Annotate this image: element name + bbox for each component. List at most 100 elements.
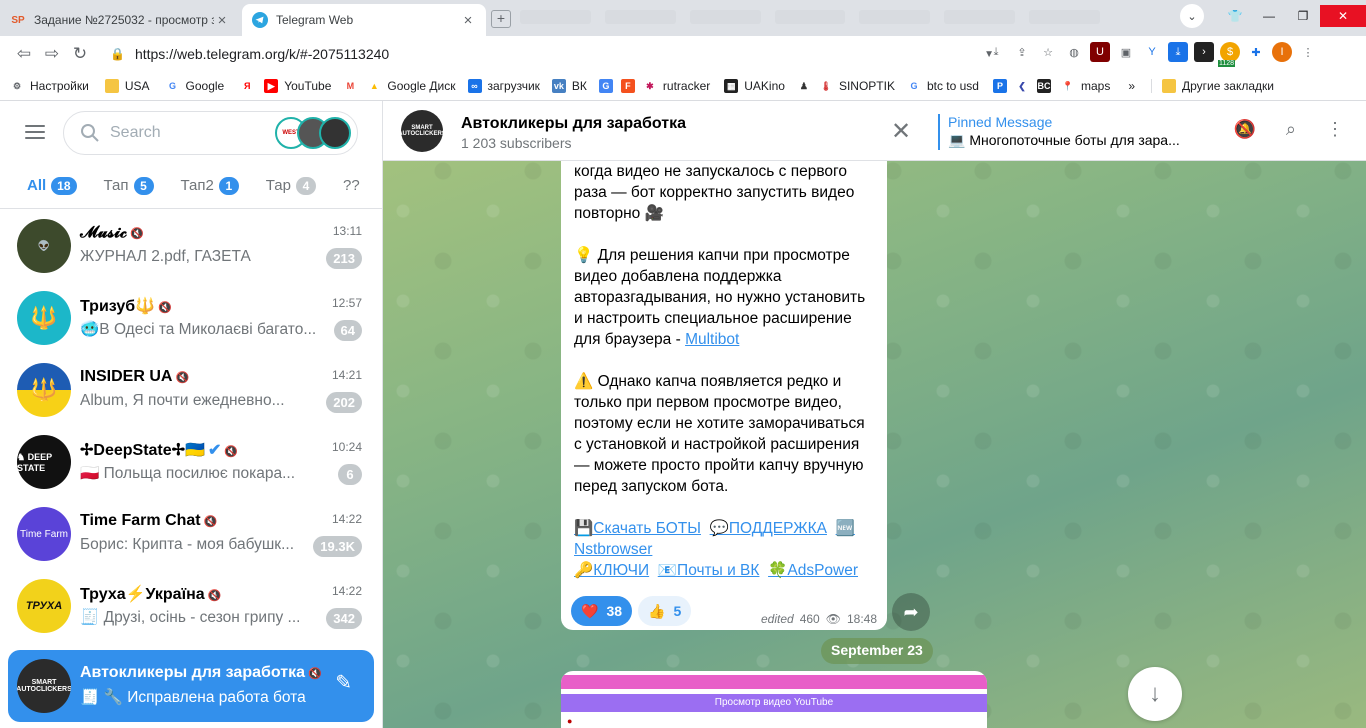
share-button[interactable]: ➦ — [892, 593, 930, 631]
counter-extension-icon[interactable]: $1128 — [1218, 42, 1240, 67]
tab-tap[interactable]: Тап 5 — [104, 176, 154, 195]
next-message-preview[interactable]: Просмотр видео YouTube ● — [561, 671, 987, 728]
scroll-down-button[interactable]: ↓ — [1128, 667, 1182, 721]
chat-item[interactable]: ♞ DEEP STATE ✢DeepState✢🇺🇦 ✔ 🔇 10:24 🇵🇱 По… — [8, 426, 374, 498]
chat-preview: 🧾 🔧 Исправлена работа бота — [80, 689, 306, 706]
bookmark-btc[interactable]: Gbtc to usd — [907, 79, 979, 93]
close-icon[interactable]: × — [214, 12, 230, 29]
reload-icon[interactable]: ↻ — [66, 44, 94, 64]
chat-item[interactable]: ТРУХА Труха⚡Україна 🔇 14:22 🧾 Друзі, осін… — [8, 570, 374, 642]
close-window-button[interactable]: ✕ — [1320, 5, 1366, 27]
bookmark-f[interactable]: F — [620, 79, 641, 93]
minimize-button[interactable]: — — [1252, 5, 1286, 27]
keys-link[interactable]: 🔑КЛЮЧИ — [574, 562, 649, 579]
chat-time: 12:57 — [331, 296, 362, 310]
share-icon[interactable]: ⇪ — [1012, 42, 1032, 62]
new-tab-button[interactable]: + — [491, 10, 511, 28]
bookmark-vk[interactable]: vk ВК — [551, 79, 587, 93]
tab-zadanie[interactable]: SP Задание №2725032 - просмотр за... × — [0, 4, 240, 36]
unread-count: 4 — [295, 176, 316, 195]
bookmark-other[interactable]: Другие закладки — [1151, 79, 1274, 93]
pinned-message[interactable]: Pinned Message 💻 Многопоточные боты для … — [938, 114, 1180, 150]
story-avatars[interactable]: WEST — [275, 117, 351, 149]
chat-preview: 🇵🇱 Польща посилює покара... — [80, 465, 296, 482]
close-pinned-icon[interactable]: ✕ — [891, 117, 911, 146]
bookmarks-more[interactable]: » — [1128, 79, 1135, 93]
bookmark-usa[interactable]: USA — [104, 79, 150, 93]
bookmark-bc[interactable]: BC — [1036, 79, 1057, 93]
tab-more[interactable]: ?? — [343, 177, 360, 194]
bookmark-uakino[interactable]: ▦ UAKino — [724, 79, 785, 93]
search-icon[interactable]: ⌕ — [1286, 119, 1296, 140]
hamburger-menu-icon[interactable] — [25, 125, 45, 139]
chat-item[interactable]: 🔱 INSIDER UA 🔇 14:21 Album, Я почти ежедн… — [8, 354, 374, 426]
compose-pencil-icon[interactable]: ✎ — [335, 670, 352, 695]
bookmark-person[interactable]: ♟ — [797, 79, 817, 93]
drive-icon: ▲ — [369, 81, 379, 91]
unread-badge: 19.3K — [313, 536, 362, 557]
close-icon[interactable]: × — [460, 12, 476, 29]
bookmark-translate[interactable]: G — [598, 79, 619, 93]
bookmark-google[interactable]: G Google — [166, 79, 224, 93]
chevron-down-icon[interactable]: ⌄ — [1180, 4, 1204, 28]
chat-main: SMART AUTOCLICKERS Автокликеры для зарабо… — [383, 101, 1366, 728]
chat-name: Тризуб🔱 🔇 — [80, 298, 172, 315]
save-extension-icon[interactable]: ⤓ — [1168, 42, 1188, 62]
puzzle-icon[interactable]: ✚ — [1246, 42, 1266, 62]
star-icon[interactable]: ☆ — [1038, 42, 1058, 62]
story-avatar — [319, 117, 351, 149]
chat-preview: Album, Я почти ежедневно... — [80, 392, 285, 409]
arrow-down-icon: ↓ — [1149, 680, 1161, 707]
support-link[interactable]: 💬ПОДДЕРЖКА — [710, 520, 827, 537]
bookmark-sinoptik[interactable]: 🌡 SINOPTIK — [819, 79, 895, 93]
y-extension-icon[interactable]: Y — [1142, 42, 1162, 62]
bookmark-maps[interactable]: 📍 maps — [1061, 79, 1110, 93]
bookmark-drive[interactable]: ▲ Google Диск — [367, 79, 456, 93]
bookmark-loader[interactable]: ∞ загрузчик — [467, 79, 540, 93]
arrow-extension-icon[interactable]: › — [1194, 42, 1214, 62]
bookmark-yandex[interactable]: Я — [240, 79, 260, 93]
download-bots-link[interactable]: 💾Скачать БОТЫ — [574, 520, 701, 537]
bookmark-p[interactable]: P — [992, 79, 1013, 93]
bookmark-arrow[interactable]: ❮ — [1015, 79, 1035, 93]
restore-button[interactable]: ❐ — [1286, 5, 1320, 27]
thumbs-up-reaction[interactable]: 👍 5 — [638, 596, 692, 626]
download-icon[interactable]: ⤓ — [986, 42, 1006, 62]
bookmark-settings[interactable]: ⚙ Настройки — [10, 79, 89, 93]
profile-icon[interactable]: 👕 — [1218, 5, 1252, 27]
menu-icon[interactable]: ⋮ — [1298, 42, 1318, 62]
heart-reaction[interactable]: ❤️ 38 — [571, 596, 633, 626]
search-input[interactable]: Search WEST — [63, 111, 358, 155]
back-icon[interactable]: ⇦ — [10, 44, 38, 64]
tab-tar[interactable]: Тар 4 — [266, 176, 316, 195]
ublock-icon[interactable]: U — [1090, 42, 1110, 62]
bell-off-icon[interactable]: 🔕 — [1233, 119, 1255, 140]
chat-preview: ЖУРНАЛ 2.pdf, ГАЗЕТА — [80, 248, 251, 265]
multibot-link[interactable]: Multibot — [685, 331, 739, 348]
forward-icon[interactable]: ⇨ — [38, 44, 66, 64]
tab-all[interactable]: All 18 — [27, 176, 77, 195]
globe-icon[interactable]: ◍ — [1064, 42, 1084, 62]
muted-icon: 🔇 — [203, 516, 218, 528]
message-paragraph: когда видео не запускалось с первого раз… — [574, 163, 855, 222]
avatar-icon[interactable]: I — [1272, 42, 1292, 62]
chat-time: 10:24 — [331, 440, 362, 454]
chat-item[interactable]: Time Farm Time Farm Chat 🔇 14:22 Борис: К… — [8, 498, 374, 570]
chat-item[interactable]: 👽 𝓜𝓾𝓼𝓲𝓬 🔇 13:11 ЖУРНАЛ 2.pdf, ГАЗЕТА 213 — [8, 210, 374, 282]
tab-tap2[interactable]: Тап2 1 — [181, 176, 239, 195]
bookmark-gmail[interactable]: M — [343, 79, 363, 93]
bookmark-rutracker[interactable]: ✱ rutracker — [643, 79, 710, 93]
adspower-link[interactable]: 🍀AdsPower — [768, 562, 858, 579]
message-bubble[interactable]: когда видео не запускалось с первого раз… — [561, 141, 887, 630]
briefcase-icon[interactable]: ▣ — [1116, 42, 1136, 62]
telegram-app: Search WEST All 18 Тап 5 Тап2 1 Тар 4 ?? 👽 𝓜… — [0, 101, 1366, 728]
channel-avatar[interactable]: SMART AUTOCLICKERS — [398, 110, 446, 152]
bookmark-youtube[interactable]: ▶ YouTube — [264, 79, 331, 93]
channel-title[interactable]: Автокликеры для заработка — [461, 115, 686, 133]
chat-item-selected[interactable]: SMART AUTOCLICKERS Автокликеры для зарабо… — [8, 650, 374, 722]
url-field[interactable]: 🔒 https://web.telegram.org/k/#-207511324… — [104, 40, 994, 68]
tab-telegram[interactable]: Telegram Web × — [242, 4, 486, 36]
chat-item[interactable]: 🔱 Тризуб🔱 🔇 12:57 🥶В Одесі та Миколаєві б… — [8, 282, 374, 354]
mail-vk-link[interactable]: 📧Почты и ВК — [658, 562, 760, 579]
more-icon[interactable]: ⋮ — [1326, 119, 1344, 140]
